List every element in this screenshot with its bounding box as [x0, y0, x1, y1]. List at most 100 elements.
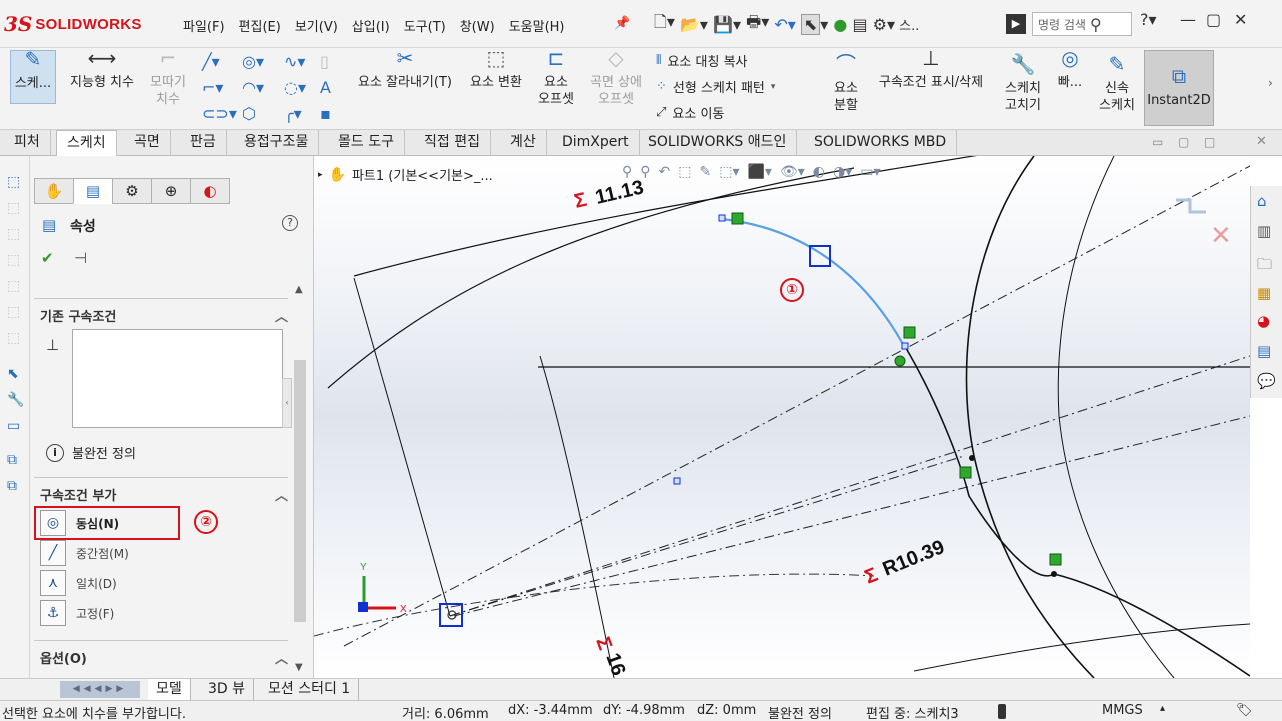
trim-entities-button[interactable]: ✂ 요소 잘라내기(T)	[350, 48, 460, 91]
sketch-canvas[interactable]: Σ 11.13 Σ R10.39 Σ 16 Y X ✕	[314, 156, 1250, 678]
sketch-point[interactable]	[673, 477, 681, 485]
help-icon[interactable]: ?▾	[1140, 10, 1157, 29]
tab-mbd[interactable]: SOLIDWORKS MBD	[804, 130, 958, 156]
tab-dimxpert[interactable]: DimXpert	[552, 130, 640, 156]
section-view-icon[interactable]: ⬚	[678, 164, 691, 180]
command-search-input[interactable]: 명령 검색 ⚲	[1032, 12, 1132, 36]
sketch-point[interactable]	[1051, 571, 1057, 577]
move-entities-button[interactable]: ⤢ 요소 이동	[656, 103, 724, 122]
command-search-icon[interactable]: ▶	[1006, 14, 1026, 34]
pin-menu-icon[interactable]: 📌	[614, 16, 630, 31]
view-settings-icon[interactable]: ▭▾	[860, 164, 880, 180]
save-icon[interactable]: 💾▾	[713, 15, 741, 34]
polygon-icon[interactable]: ⬡	[242, 104, 256, 123]
relation-fix[interactable]: ⚓ 고정(F)	[40, 599, 180, 627]
panel-collapse-handle[interactable]: ‹	[282, 378, 292, 428]
solidworks-logo[interactable]: 3S SOLIDWORKS	[4, 10, 142, 38]
expand-toolbar-icon[interactable]: ›	[1268, 76, 1273, 90]
existing-relations-list[interactable]	[72, 329, 283, 428]
graphics-area[interactable]: Σ 11.13 Σ R10.39 Σ 16 Y X ✕ ▸ ✋ 파트1 (기본<…	[314, 156, 1250, 678]
relation-marker[interactable]	[731, 212, 744, 225]
menu-insert[interactable]: 삽입(I)	[345, 14, 397, 37]
edit-appearance-icon[interactable]: ◐	[813, 164, 825, 180]
confirm-corner-icon[interactable]	[1176, 198, 1206, 214]
rapid-sketch-button[interactable]: ✎ 신속 스케치	[1094, 54, 1140, 114]
close-icon[interactable]: ✕	[1234, 10, 1247, 29]
property-manager-scrollbar[interactable]: ▲ ▼	[292, 284, 308, 676]
tab-surfaces[interactable]: 곡면	[124, 130, 171, 156]
hide-show-items-icon[interactable]: 👁▾	[780, 164, 805, 180]
repair-tool-icon[interactable]: 🔧	[7, 392, 24, 408]
doc-restore-icon[interactable]: ▢	[1178, 135, 1189, 149]
relation-coincident[interactable]: ⋏ 일치(D)	[40, 569, 180, 597]
apply-scene-icon[interactable]: ◑▾	[833, 164, 852, 180]
quick-snaps-button[interactable]: ◎ 빠...	[1054, 48, 1086, 91]
doc-close-icon[interactable]: ✕	[1256, 134, 1267, 149]
convert-entities-button[interactable]: ⬚ 요소 변환	[464, 48, 528, 91]
scroll-down-icon[interactable]: ▼	[295, 662, 303, 673]
ok-check-icon[interactable]: ✔	[41, 249, 54, 267]
more-icon[interactable]: 스..	[895, 15, 919, 34]
menu-file[interactable]: 파일(F)	[176, 14, 232, 37]
existing-relations-header[interactable]: 기존 구속조건 ︿	[40, 306, 288, 325]
doc-maximize-icon[interactable]: □	[1204, 135, 1215, 149]
new-document-icon[interactable]: 🗋▾	[654, 11, 675, 38]
menu-window[interactable]: 창(W)	[453, 14, 502, 37]
tab-model[interactable]: 모델	[148, 679, 191, 700]
chevron-up-icon[interactable]: ︿	[275, 306, 288, 325]
construction-line-4[interactable]	[453, 415, 1250, 617]
sketch-point[interactable]	[969, 455, 975, 461]
sketch-arc-r10[interactable]	[905, 347, 1250, 677]
zoom-to-fit-icon[interactable]: ⚲	[622, 164, 632, 180]
configuration-manager-tab-icon[interactable]: ⚙	[112, 178, 152, 204]
point-icon[interactable]: ▪	[320, 104, 331, 123]
construction-line-1[interactable]	[449, 355, 1250, 617]
line-icon[interactable]: ╱▾	[202, 52, 220, 71]
tab-navigation-arrows-icon[interactable]: ◀◀◀▶▶	[60, 681, 140, 698]
options-header[interactable]: 옵션(O) ︿	[40, 648, 288, 667]
circle-icon[interactable]: ◎▾	[242, 52, 264, 71]
chevron-up-icon[interactable]: ︿	[275, 485, 288, 504]
view-orientation-icon[interactable]: ⬚▾	[719, 164, 739, 180]
screen-capture-icon[interactable]: ▭	[7, 418, 20, 434]
feature-tree-flyout[interactable]: ▸ ✋ 파트1 (기본<<기본>_...	[318, 165, 493, 185]
custom-properties-icon[interactable]: ▤	[1257, 342, 1271, 360]
doc-minimize-icon[interactable]: ▭	[1152, 135, 1163, 149]
appearances-icon[interactable]: ◕	[1257, 312, 1270, 330]
tags-icon[interactable]: 🏷	[1236, 703, 1253, 718]
text-icon[interactable]: A	[320, 78, 331, 97]
sketch-curve-bottom[interactable]	[913, 623, 1250, 672]
repair-sketch-button[interactable]: 🔧 스케치 고치기	[998, 54, 1048, 114]
dimension-radius[interactable]: R10.39	[880, 536, 948, 581]
tab-addins[interactable]: SOLIDWORKS 애드인	[638, 130, 798, 156]
dimxpert-manager-tab-icon[interactable]: ⊕	[151, 178, 191, 204]
tab-sheet-metal[interactable]: 판금	[180, 130, 227, 156]
coincident-marker[interactable]	[894, 355, 906, 367]
fillet-button[interactable]: ⌐ 모따기 치수	[146, 48, 190, 108]
selected-arc[interactable]	[721, 217, 905, 347]
tab-motion-study[interactable]: 모션 스터디 1	[260, 679, 360, 700]
display-manager-tab-icon[interactable]: ◐	[190, 178, 230, 204]
tab-features[interactable]: 피처	[4, 130, 51, 156]
menu-view[interactable]: 보기(V)	[288, 14, 345, 37]
linear-pattern-button[interactable]: ⁘ 선형 스케치 패턴 ▾	[656, 77, 775, 96]
scroll-up-icon[interactable]: ▲	[295, 284, 303, 295]
help-icon[interactable]: ?	[282, 215, 298, 231]
copy-tool-icon[interactable]: ⧉	[7, 452, 17, 468]
construction-line-2[interactable]	[449, 455, 965, 617]
pushpin-icon[interactable]: ⊣	[74, 249, 87, 267]
restore-icon[interactable]: ▢	[1206, 10, 1221, 29]
chevron-up-icon[interactable]: ︿	[275, 648, 288, 667]
select-arrow-icon[interactable]: ⬉	[800, 13, 821, 35]
unit-dropdown-icon[interactable]: ▴	[1160, 703, 1165, 714]
slot-icon[interactable]: ⊂⊃▾	[202, 104, 237, 123]
relation-marker[interactable]	[959, 466, 972, 479]
offset-entities-button[interactable]: ⊏ 요소 오프셋	[532, 48, 580, 108]
tab-direct-editing[interactable]: 직접 편집	[414, 130, 491, 156]
menu-help[interactable]: 도움말(H)	[502, 14, 572, 37]
linear-pattern-dropdown-icon[interactable]: ▾	[771, 82, 776, 92]
sketch-fillet-icon[interactable]: ╭▾	[284, 104, 302, 123]
dimension-top[interactable]: 11.13	[593, 176, 646, 208]
unit-system[interactable]: MMGS	[1102, 703, 1143, 718]
undo-icon[interactable]: ↶▾	[774, 15, 795, 34]
